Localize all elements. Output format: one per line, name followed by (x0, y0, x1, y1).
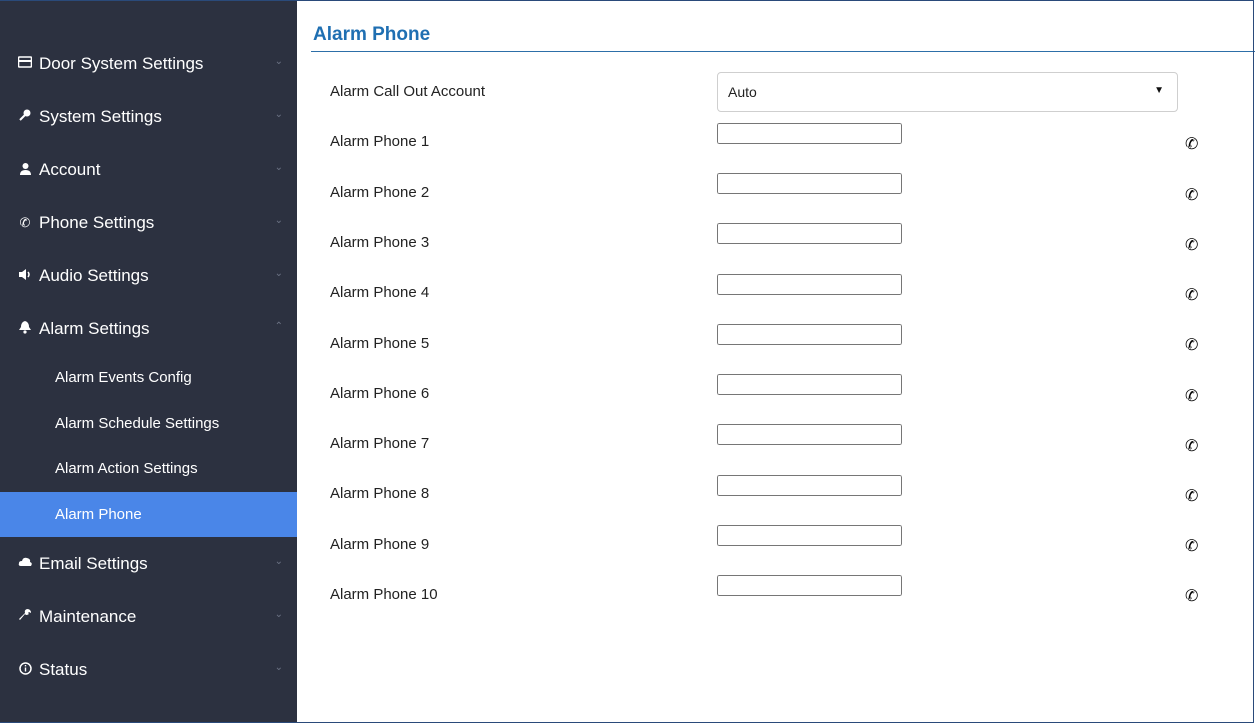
window-frame (0, 0, 1254, 723)
